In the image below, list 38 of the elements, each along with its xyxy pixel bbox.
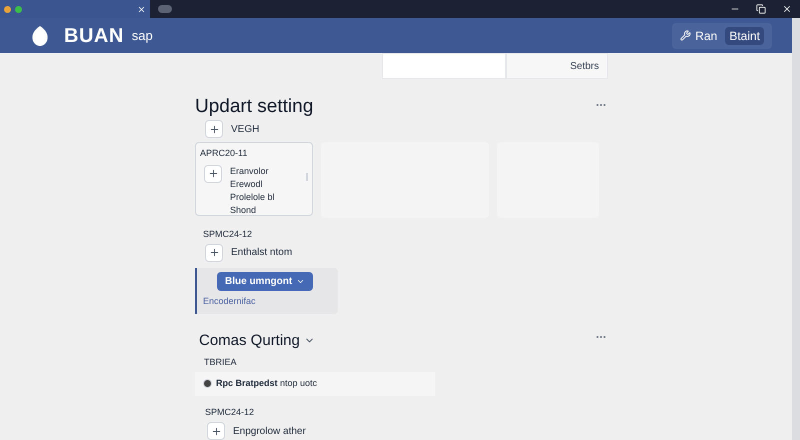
settings-tab[interactable]: Setbrs <box>506 53 608 80</box>
group-code: SPMC24-12 <box>203 228 254 241</box>
close-icon[interactable] <box>782 4 792 14</box>
card-code: APRC20-11 <box>200 147 248 160</box>
add-button[interactable] <box>205 244 223 262</box>
row-label: Enpgrolow ather <box>233 424 306 438</box>
add-button[interactable] <box>207 422 225 440</box>
plus-icon <box>210 426 222 436</box>
plus-icon <box>208 168 218 179</box>
section-title: Updart setting <box>195 95 314 119</box>
plus-icon <box>208 124 220 134</box>
list-row[interactable]: Rpc Bratpedst ntop uotc <box>195 372 435 396</box>
brand-name: BUAN <box>64 24 124 49</box>
toolbar-field[interactable] <box>382 53 506 80</box>
new-tab-icon[interactable] <box>158 5 172 13</box>
close-tab-icon[interactable] <box>137 4 146 14</box>
card-line: Prolelole bl <box>230 190 275 204</box>
header-button[interactable]: Btaint <box>725 26 764 45</box>
row-text: Rpc Bratpedst ntop uotc <box>216 376 318 390</box>
restore-icon[interactable] <box>756 4 766 14</box>
card-line: Shond <box>230 204 258 216</box>
group-label: TBRIEA <box>204 356 238 369</box>
section-title[interactable]: Comas Qurting <box>199 330 315 352</box>
add-button[interactable] <box>204 164 222 182</box>
wrench-icon <box>680 30 692 42</box>
card-line: Erewodl <box>230 178 264 190</box>
scrollbar[interactable] <box>792 18 800 440</box>
group-code: SPMC24-12 <box>205 406 256 418</box>
scroll-handle-icon[interactable] <box>306 173 308 181</box>
product-name: sap <box>132 26 153 45</box>
add-button[interactable] <box>205 120 223 138</box>
row-label: Enthalst ntom <box>231 246 292 260</box>
dropdown-button[interactable]: Blue umngont <box>217 272 314 290</box>
header-link[interactable]: Ran <box>680 26 718 45</box>
card-line: Eranvolor <box>230 164 270 178</box>
panel-link[interactable]: Encodernifac <box>203 294 256 308</box>
row-label: VEGH <box>231 122 260 136</box>
plus-icon <box>208 247 220 258</box>
